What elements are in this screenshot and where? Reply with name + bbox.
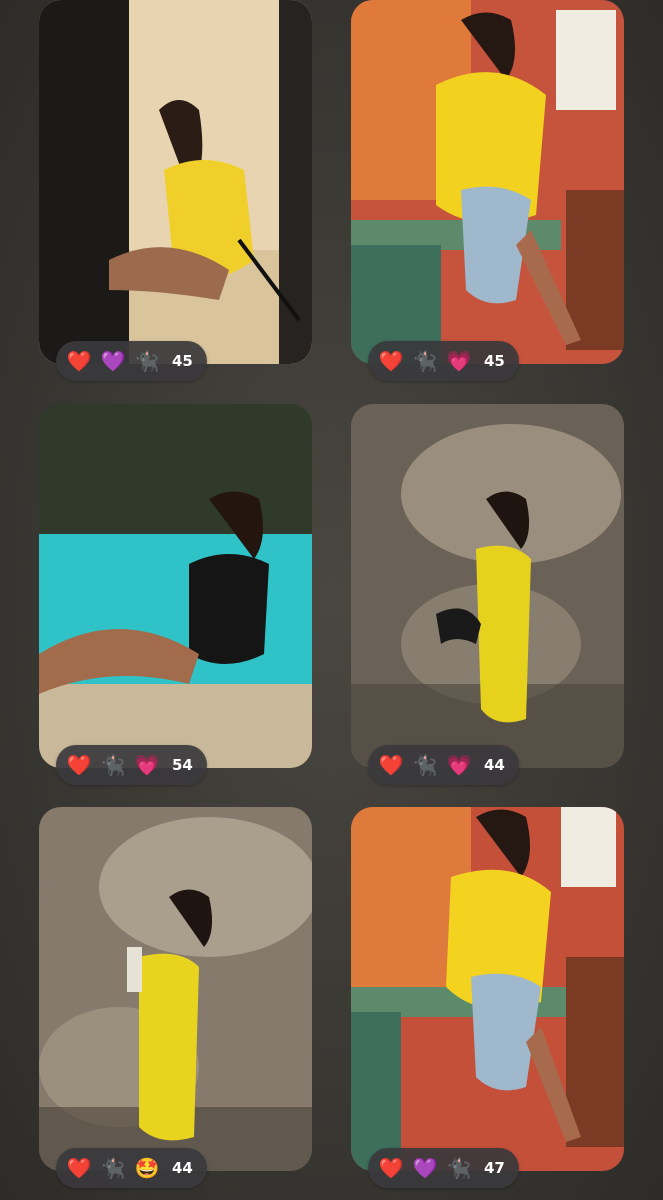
black-cat-icon[interactable]: 🐈‍⬛: [134, 351, 160, 371]
photo-card[interactable]: ❤️ 💜 🐈‍⬛ 47: [351, 807, 624, 1188]
reaction-bar[interactable]: ❤️ 🐈‍⬛ 💗 54: [56, 745, 207, 785]
post-photo[interactable]: [351, 807, 624, 1171]
heart-icon[interactable]: ❤️: [66, 755, 92, 775]
black-cat-icon[interactable]: 🐈‍⬛: [412, 755, 438, 775]
post-photo[interactable]: [39, 807, 312, 1171]
photo-card[interactable]: ❤️ 🐈‍⬛ 💗 54: [39, 404, 312, 785]
star-struck-icon[interactable]: 🤩: [134, 1158, 160, 1178]
black-cat-icon[interactable]: 🐈‍⬛: [412, 351, 438, 371]
post-photo[interactable]: [39, 0, 312, 364]
reaction-count: 45: [484, 352, 505, 370]
photo-grid: ❤️ 💜 🐈‍⬛ 45 ❤️ 🐈‍⬛ 💗: [0, 0, 663, 1200]
photo-card[interactable]: ❤️ 🐈‍⬛ 🤩 44: [39, 807, 312, 1188]
purple-heart-icon[interactable]: 💜: [412, 1158, 438, 1178]
pink-heart-icon[interactable]: 💗: [134, 755, 160, 775]
heart-icon[interactable]: ❤️: [378, 351, 404, 371]
post-photo[interactable]: [39, 404, 312, 768]
reaction-count: 44: [172, 1159, 193, 1177]
heart-icon[interactable]: ❤️: [66, 351, 92, 371]
reaction-count: 45: [172, 352, 193, 370]
reaction-count: 47: [484, 1159, 505, 1177]
photo-card[interactable]: ❤️ 🐈‍⬛ 💗 45: [351, 0, 624, 381]
reaction-count: 44: [484, 756, 505, 774]
reaction-count: 54: [172, 756, 193, 774]
black-cat-icon[interactable]: 🐈‍⬛: [100, 755, 126, 775]
reaction-bar[interactable]: ❤️ 💜 🐈‍⬛ 47: [368, 1148, 519, 1188]
purple-heart-icon[interactable]: 💜: [100, 351, 126, 371]
pink-heart-icon[interactable]: 💗: [446, 351, 472, 371]
black-cat-icon[interactable]: 🐈‍⬛: [446, 1158, 472, 1178]
reaction-bar[interactable]: ❤️ 💜 🐈‍⬛ 45: [56, 341, 207, 381]
post-photo[interactable]: [351, 404, 624, 768]
reaction-bar[interactable]: ❤️ 🐈‍⬛ 🤩 44: [56, 1148, 207, 1188]
post-photo[interactable]: [351, 0, 624, 364]
pink-heart-icon[interactable]: 💗: [446, 755, 472, 775]
heart-icon[interactable]: ❤️: [378, 755, 404, 775]
reaction-bar[interactable]: ❤️ 🐈‍⬛ 💗 44: [368, 745, 519, 785]
photo-card[interactable]: ❤️ 🐈‍⬛ 💗 44: [351, 404, 624, 785]
heart-icon[interactable]: ❤️: [66, 1158, 92, 1178]
heart-icon[interactable]: ❤️: [378, 1158, 404, 1178]
reaction-bar[interactable]: ❤️ 🐈‍⬛ 💗 45: [368, 341, 519, 381]
photo-card[interactable]: ❤️ 💜 🐈‍⬛ 45: [39, 0, 312, 381]
black-cat-icon[interactable]: 🐈‍⬛: [100, 1158, 126, 1178]
